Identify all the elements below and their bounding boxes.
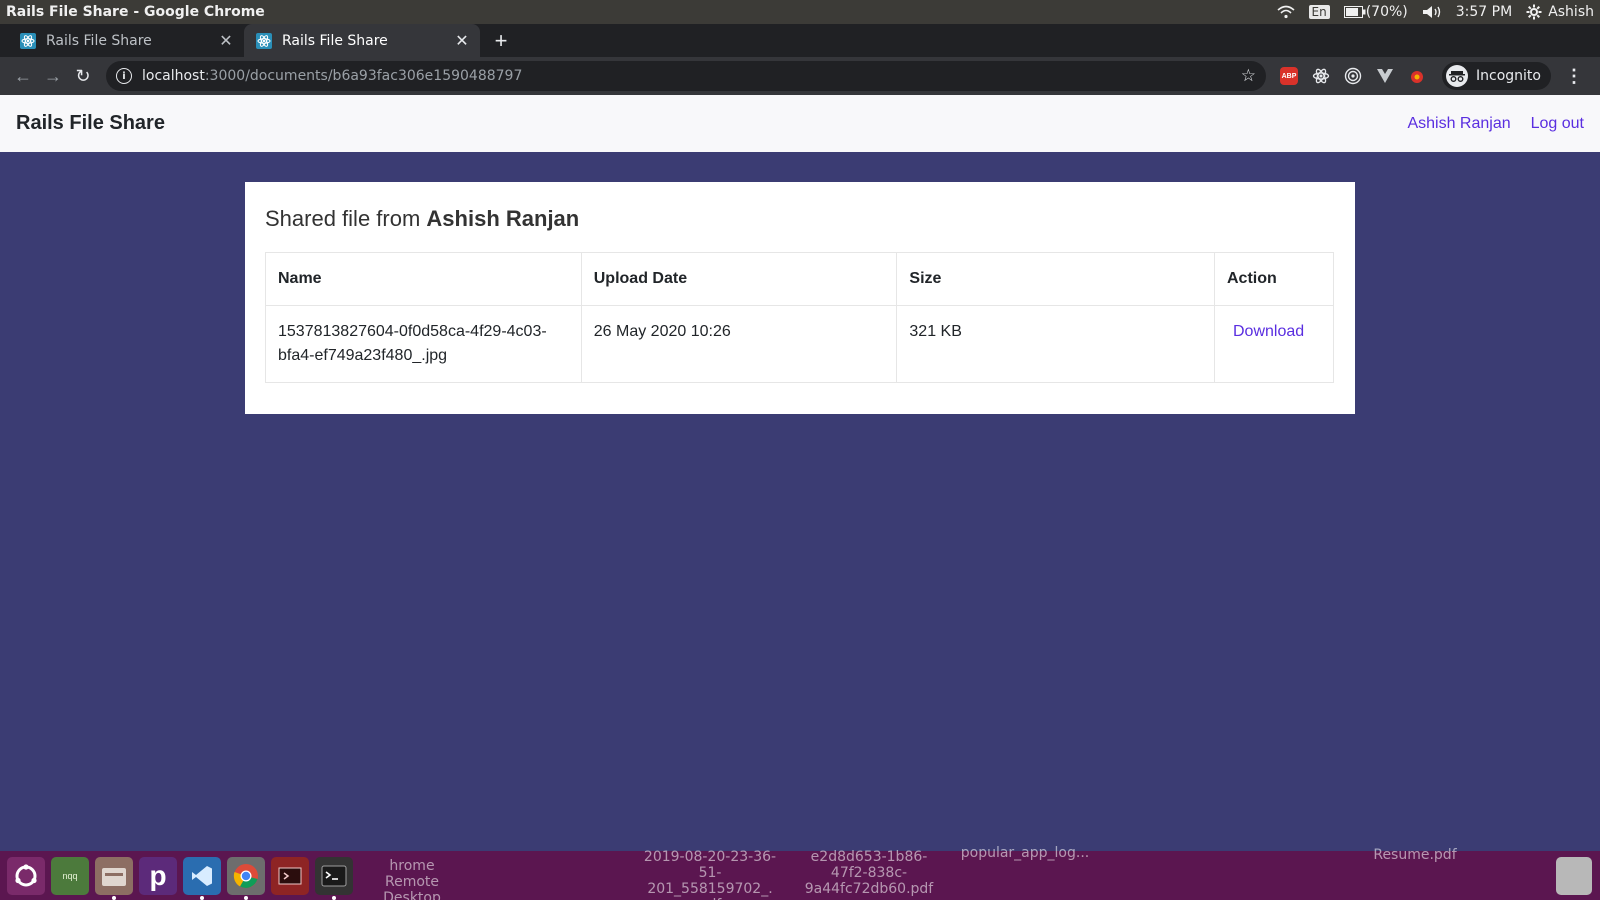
system-tray: En (70%) 3:57 PM Ashish [1277,4,1594,20]
p-glyph-icon: p [149,859,167,891]
back-button[interactable]: ← [8,61,38,91]
tab-rails-file-share-2[interactable]: Rails File Share ✕ [244,24,480,57]
column-header-upload-date: Upload Date [580,252,898,306]
redux-devtools-icon[interactable] [1408,67,1426,85]
react-favicon-icon [20,32,36,49]
incognito-icon [1446,65,1468,87]
column-header-name: Name [265,252,582,306]
incognito-label: Incognito [1476,68,1541,84]
adblock-plus-icon[interactable]: ABP [1280,67,1298,85]
desktop-icon-pdf-2019[interactable]: 2019-08-20-23-36- 51-201_558159702_. pdf [640,849,780,900]
card-title-prefix: Shared file from [265,206,421,231]
tab-label: Rails File Share [46,32,152,49]
user-profile-link[interactable]: Ashish Ranjan [1407,115,1510,133]
desktop-icon-popular-app-log[interactable]: popular_app_log... [955,845,1095,861]
system-menu[interactable]: Ashish [1526,4,1594,20]
clock[interactable]: 3:57 PM [1456,4,1512,20]
file-name-line-2: bfa4-ef749a23f480_.jpg [278,347,448,364]
notepadqq-icon[interactable]: nqq [51,856,89,895]
column-header-size: Size [896,252,1215,306]
url-path: :3000/documents/b6a93fac306e1590488797 [204,68,523,84]
logout-link[interactable]: Log out [1531,115,1584,133]
taskbar: nqq p hrome Remote Desktop 2019-08-20-23… [0,845,1600,900]
pycharm-icon[interactable]: p [139,856,177,895]
wifi-icon[interactable] [1277,5,1295,19]
url-host: localhost [142,68,205,84]
vscode-icon[interactable] [183,856,221,900]
battery-indicator[interactable]: (70%) [1343,4,1408,20]
extensions: ABP [1280,67,1426,85]
browser-toolbar: ← → ↻ i localhost :3000/documents/b6a93f… [0,57,1600,95]
desktop-icon-resume[interactable]: Resume.pdf [1360,847,1470,863]
gear-icon [1526,4,1542,20]
action-cell: Download [1214,305,1334,383]
file-name-cell: 1537813827604-0f0d58ca-4f29-4c03- bfa4-e… [265,305,582,383]
tab-strip: Rails File Share ✕ Rails File Share ✕ + [0,24,1600,57]
keyboard-language-indicator[interactable]: En [1308,5,1330,19]
forward-button[interactable]: → [38,61,68,91]
battery-percentage: (70%) [1365,4,1408,20]
file-size-cell: 321 KB [896,305,1215,383]
table-row: 1537813827604-0f0d58ca-4f29-4c03- bfa4-e… [265,305,1334,383]
upload-date-cell: 26 May 2020 10:26 [580,305,898,383]
column-header-action: Action [1214,252,1334,306]
app-navbar: Rails File Share Ashish Ranjan Log out [0,95,1600,152]
nav-links: Ashish Ranjan Log out [1407,115,1584,133]
window-title: Rails File Share - Google Chrome [6,4,265,20]
notepadqq-label: nqq [62,870,78,881]
volume-icon[interactable] [1422,5,1442,19]
reload-button[interactable]: ↻ [68,61,98,91]
desktop-icon-pdf-e2d8[interactable]: e2d8d653-1b86- 47f2-838c- 9a44fc72db60.p… [800,849,938,897]
ubuntu-launcher-icon[interactable] [7,856,45,895]
info-icon[interactable]: i [116,68,132,84]
file-owner-name: Ashish Ranjan [426,206,580,231]
terminal-icon[interactable] [315,856,353,900]
bookmark-star-icon[interactable]: ☆ [1241,66,1256,86]
user-name: Ashish [1548,4,1594,20]
file-name-line-1: 1537813827604-0f0d58ca-4f29-4c03- [278,323,547,340]
react-devtools-icon[interactable] [1312,67,1330,85]
close-icon[interactable]: ✕ [218,31,234,50]
incognito-badge[interactable]: Incognito [1442,62,1551,90]
tab-label: Rails File Share [282,32,388,49]
table-header-row: Name Upload Date Size Action [265,252,1334,306]
arrow-left-icon: ← [14,65,32,86]
download-link[interactable]: Download [1233,323,1304,340]
close-icon[interactable]: ✕ [454,31,470,50]
react-favicon-icon [256,32,272,49]
tab-rails-file-share-1[interactable]: Rails File Share ✕ [8,24,244,57]
files-icon[interactable] [95,856,133,900]
trash-icon[interactable] [1556,857,1592,895]
vue-devtools-icon[interactable] [1376,67,1394,85]
app-brand[interactable]: Rails File Share [16,112,165,135]
desktop-icon-chrome-remote-desktop[interactable]: hrome Remote Desktop [362,858,462,900]
shared-file-table: Name Upload Date Size Action 15378138276… [265,252,1334,383]
reload-icon: ↻ [75,65,91,86]
address-bar[interactable]: i localhost :3000/documents/b6a93fac306e… [106,61,1266,91]
arrow-right-icon: → [44,65,62,86]
target-extension-icon[interactable] [1344,67,1362,85]
screenshot-tool-icon[interactable] [271,856,309,895]
os-top-bar: Rails File Share - Google Chrome En (70%… [0,0,1600,24]
card-title: Shared file from Ashish Ranjan [265,206,1335,232]
browser-menu-icon[interactable]: ⋮ [1565,66,1583,87]
shared-file-card: Shared file from Ashish Ranjan Name Uplo… [245,182,1355,414]
new-tab-button[interactable]: + [486,24,516,57]
chrome-icon[interactable] [227,856,265,900]
